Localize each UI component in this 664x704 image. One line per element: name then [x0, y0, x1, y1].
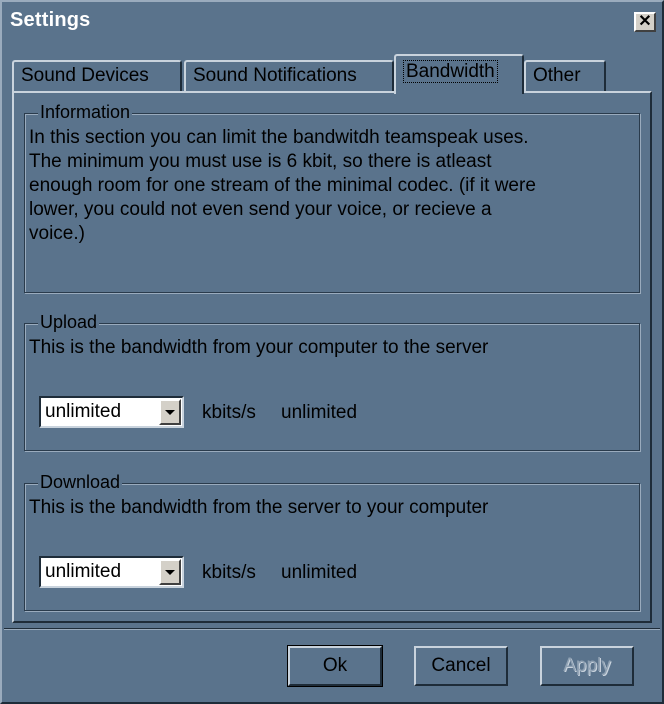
- download-status: unlimited: [281, 562, 358, 583]
- information-group: Information In this section you can limi…: [24, 102, 640, 293]
- information-line: The minimum you must use is 6 kbit, so t…: [29, 151, 492, 172]
- chevron-down-icon[interactable]: [159, 399, 181, 425]
- apply-button[interactable]: Apply: [540, 646, 634, 686]
- download-group: Download This is the bandwidth from the …: [24, 472, 640, 611]
- download-selected-value: unlimited: [45, 561, 122, 582]
- tab-bandwidth[interactable]: Bandwidth: [394, 54, 524, 94]
- close-icon[interactable]: ✕: [634, 12, 656, 32]
- information-legend: Information: [38, 102, 133, 123]
- bandwidth-panel: Information In this section you can limi…: [12, 91, 652, 623]
- tab-label: Bandwidth: [403, 60, 498, 83]
- information-line: lower, you could not even send your voic…: [29, 199, 492, 220]
- download-description: This is the bandwidth from the server to…: [29, 497, 489, 518]
- window-title: Settings: [10, 9, 91, 31]
- separator: [4, 628, 660, 630]
- upload-unit: kbits/s: [202, 402, 256, 423]
- title-bar[interactable]: Settings ✕: [4, 4, 660, 38]
- download-unit: kbits/s: [202, 562, 256, 583]
- download-limit-select[interactable]: unlimited: [39, 556, 184, 588]
- cancel-button[interactable]: Cancel: [414, 646, 508, 686]
- upload-legend: Upload: [38, 312, 100, 333]
- information-line: voice.): [29, 223, 85, 244]
- upload-limit-select[interactable]: unlimited: [39, 396, 184, 428]
- upload-description: This is the bandwidth from your computer…: [29, 337, 489, 358]
- tab-sound-notifications[interactable]: Sound Notifications: [184, 60, 394, 92]
- upload-status: unlimited: [281, 402, 358, 423]
- tab-sound-devices[interactable]: Sound Devices: [12, 60, 182, 92]
- upload-selected-value: unlimited: [45, 401, 122, 422]
- tab-label: Sound Notifications: [193, 65, 357, 86]
- ok-button[interactable]: Ok: [287, 645, 383, 687]
- tab-other[interactable]: Other: [524, 60, 606, 92]
- upload-group: Upload This is the bandwidth from your c…: [24, 312, 640, 451]
- information-line: In this section you can limit the bandwi…: [29, 127, 529, 148]
- information-line: enough room for one stream of the minima…: [29, 175, 536, 196]
- tab-label: Sound Devices: [21, 65, 149, 86]
- chevron-down-icon[interactable]: [159, 559, 181, 585]
- settings-dialog: Settings ✕ Sound Devices Sound Notificat…: [0, 0, 664, 704]
- tab-label: Other: [533, 65, 581, 86]
- download-legend: Download: [38, 472, 123, 493]
